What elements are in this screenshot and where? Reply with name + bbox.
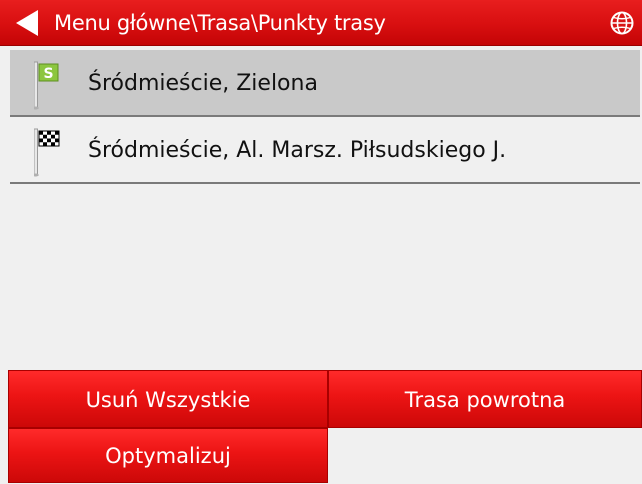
optimize-button[interactable]: Optymalizuj (8, 428, 328, 483)
breadcrumb: Menu główne\Trasa\Punkty trasy (54, 11, 386, 35)
start-flag-icon: S (34, 61, 59, 110)
waypoint-list: S Śródmieście, Zielona Śródmieście, Al. … (10, 50, 640, 184)
start-flag-letter: S (43, 66, 53, 82)
return-route-button[interactable]: Trasa powrotna (328, 370, 642, 428)
remove-all-button[interactable]: Usuń Wszystkie (8, 370, 328, 428)
waypoint-label-start: Śródmieście, Zielona (88, 71, 318, 96)
back-button[interactable] (0, 0, 52, 46)
waypoint-row-destination[interactable]: Śródmieście, Al. Marsz. Piłsudskiego J. (10, 117, 640, 184)
title-bar: Menu główne\Trasa\Punkty trasy (0, 0, 642, 46)
back-arrow-icon (16, 10, 38, 36)
waypoint-label-destination: Śródmieście, Al. Marsz. Piłsudskiego J. (88, 138, 507, 163)
globe-button[interactable] (594, 0, 642, 46)
globe-icon (610, 11, 634, 35)
empty-button-slot (328, 428, 642, 483)
waypoint-row-start[interactable]: S Śródmieście, Zielona (10, 50, 640, 117)
finish-flag-icon (34, 128, 60, 177)
